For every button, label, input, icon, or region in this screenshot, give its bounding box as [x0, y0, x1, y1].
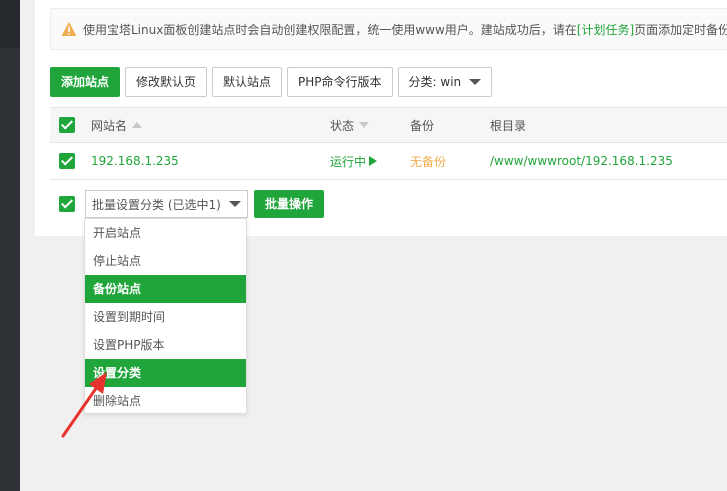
header-root-dir-label: 根目录 [490, 118, 527, 133]
table-header: 网站名 状态 备份 根目录 [50, 107, 727, 143]
select-all-checkbox[interactable] [59, 108, 75, 142]
site-table: 网站名 状态 备份 根目录 192.168.1.235 运行中 无备份 /www… [50, 107, 727, 180]
annotation-arrow-icon [61, 372, 107, 438]
warning-icon [61, 22, 77, 36]
chevron-down-icon [469, 79, 482, 85]
status-toggle[interactable]: 运行中 [330, 143, 378, 179]
status-label: 运行中 [330, 154, 367, 169]
header-backup-label: 备份 [410, 118, 435, 133]
batch-bar: 批量设置分类 (已选中1) 批量操作 [59, 190, 325, 218]
batch-category-select[interactable]: 批量设置分类 (已选中1) [85, 190, 248, 218]
root-dir-link[interactable]: /www/wwwroot/192.168.1.235 [490, 143, 673, 179]
header-root-dir: 根目录 [490, 108, 526, 142]
checkbox-checked-icon [59, 153, 75, 169]
category-select[interactable]: 分类: win [397, 67, 493, 97]
header-status[interactable]: 状态 [330, 108, 370, 142]
dropdown-option-set-expiry[interactable]: 设置到期时间 [85, 303, 246, 331]
row-checkbox[interactable] [59, 143, 75, 179]
tip-text-before: 使用宝塔Linux面板创建站点时会自动创建权限配置，统一使用www用户。建站成功… [83, 22, 577, 37]
dropdown-option-stop-site[interactable]: 停止站点 [85, 247, 246, 275]
sidebar-active-block [0, 0, 20, 48]
dropdown-option-start-site[interactable]: 开启站点 [85, 219, 246, 247]
header-site-name-label: 网站名 [91, 118, 128, 133]
site-toolbar: 添加站点 修改默认页 默认站点 PHP命令行版本 分类: win [50, 67, 493, 97]
batch-checkbox[interactable] [59, 196, 75, 212]
header-site-name[interactable]: 网站名 [91, 108, 143, 142]
chevron-down-icon [229, 201, 241, 207]
play-icon [369, 156, 378, 166]
batch-select-value: 批量设置分类 (已选中1) [92, 197, 221, 212]
tip-text-after: 页面添加定时备份 [634, 22, 727, 37]
add-site-button[interactable]: 添加站点 [50, 67, 121, 97]
checkbox-checked-icon [59, 117, 75, 133]
batch-action-button[interactable]: 批量操作 [254, 190, 325, 218]
table-row: 192.168.1.235 运行中 无备份 /www/wwwroot/192.1… [50, 143, 727, 180]
dropdown-option-set-php-version[interactable]: 设置PHP版本 [85, 331, 246, 359]
default-site-button[interactable]: 默认站点 [212, 67, 283, 97]
category-select-value: 分类: win [408, 75, 462, 89]
header-backup: 备份 [410, 108, 434, 142]
left-sidebar [0, 0, 20, 491]
info-tip-bar: 使用宝塔Linux面板创建站点时会自动创建权限配置，统一使用www用户。建站成功… [50, 8, 727, 50]
backup-link[interactable]: 无备份 [410, 143, 446, 179]
dropdown-option-backup-site[interactable]: 备份站点 [85, 275, 246, 303]
header-status-label: 状态 [330, 118, 355, 133]
modify-default-page-button[interactable]: 修改默认页 [125, 67, 208, 97]
sort-down-icon [359, 122, 370, 128]
site-name-link[interactable]: 192.168.1.235 [91, 143, 179, 179]
sort-up-icon [132, 122, 143, 128]
schedule-task-link[interactable]: [计划任务] [577, 21, 634, 38]
php-cli-version-button[interactable]: PHP命令行版本 [287, 67, 393, 97]
